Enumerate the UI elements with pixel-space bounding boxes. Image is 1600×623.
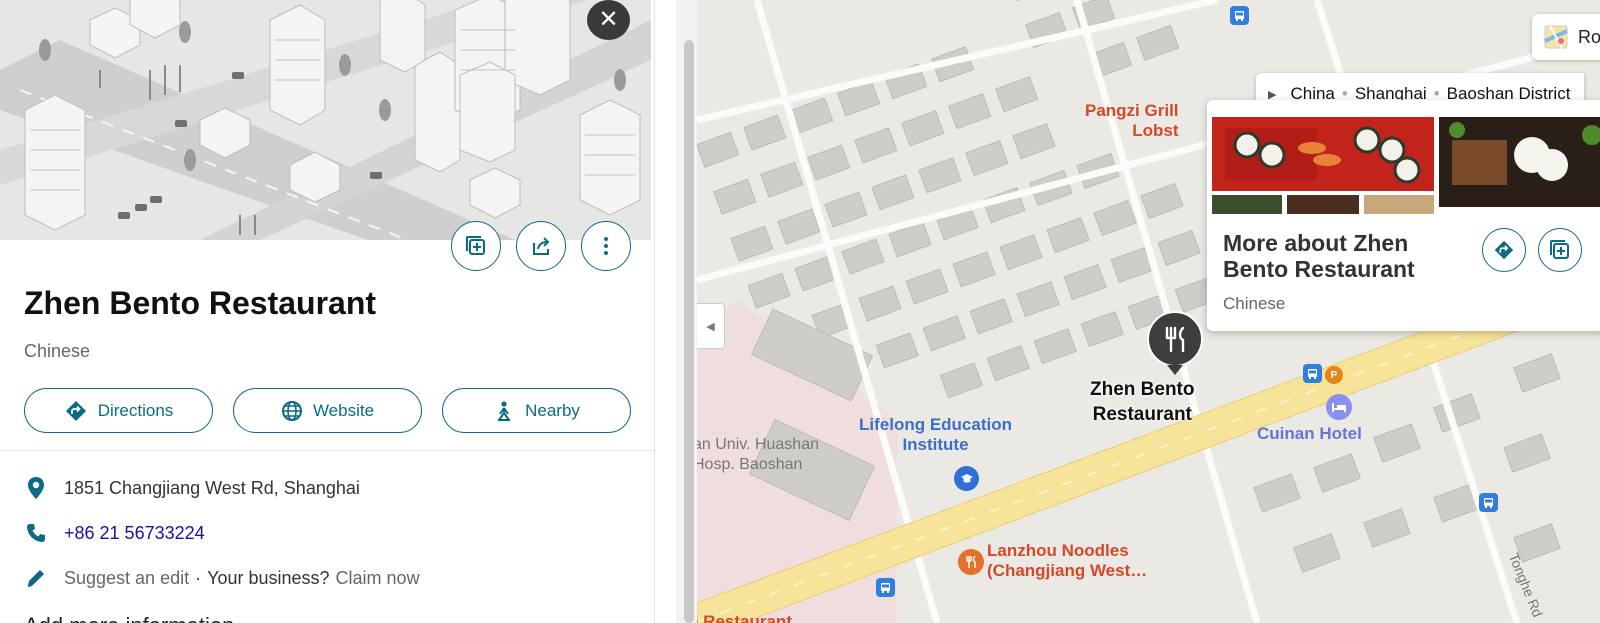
phone-row[interactable]: +86 21 56733224 xyxy=(24,520,205,546)
website-label: Website xyxy=(312,400,375,420)
collapse-arrow-icon: ◀ xyxy=(706,320,715,333)
selected-place-map-label[interactable]: Zhen Bento Restaurant xyxy=(1090,377,1195,427)
close-icon: ✕ xyxy=(598,6,619,33)
map-label-hospital[interactable]: an Univ. Huashan Hosp. Baoshan xyxy=(697,435,819,475)
save-collection-icon xyxy=(1550,240,1569,259)
card-category: Chinese xyxy=(1223,294,1286,313)
card-directions-button[interactable] xyxy=(1482,228,1526,272)
directions-button[interactable]: Directions xyxy=(24,388,213,433)
directions-icon xyxy=(65,400,86,421)
scrollbar-thumb[interactable] xyxy=(684,40,694,623)
collapse-panel-button[interactable]: ◀ xyxy=(697,303,725,349)
map-style-icon xyxy=(1544,25,1568,49)
phone-link[interactable]: +86 21 56733224 xyxy=(64,523,205,544)
expand-triangle-icon[interactable]: ▶ xyxy=(1268,88,1276,101)
bus-stop-icon[interactable] xyxy=(876,578,895,597)
map-style-button[interactable]: Ro xyxy=(1532,14,1600,60)
education-icon[interactable] xyxy=(954,466,979,491)
place-category: Chinese xyxy=(24,341,91,361)
directions-label: Directions xyxy=(97,400,174,420)
website-button[interactable]: Website xyxy=(233,388,422,433)
section-divider xyxy=(0,450,654,451)
pencil-icon xyxy=(24,566,48,590)
directions-icon xyxy=(1494,240,1514,260)
address-text: 1851 Changjiang West Rd, Shanghai xyxy=(64,477,360,498)
card-save-button[interactable] xyxy=(1538,228,1582,272)
address-row[interactable]: 1851 Changjiang West Rd, Shanghai xyxy=(24,475,360,501)
bus-stop-icon[interactable] xyxy=(1230,6,1249,25)
card-title[interactable]: More about Zhen Bento Restaurant xyxy=(1223,230,1473,282)
nearby-person-icon xyxy=(498,400,511,421)
close-button[interactable]: ✕ xyxy=(587,0,630,40)
hero-illustration: ✕ xyxy=(0,0,651,240)
separator-dot: · xyxy=(195,567,202,588)
map-label-restaurant[interactable]: e Restaurant xyxy=(697,612,792,623)
share-button[interactable] xyxy=(516,221,566,271)
suggest-edit-link[interactable]: Suggest an edit xyxy=(64,568,189,589)
bus-stop-icon[interactable] xyxy=(1479,493,1498,512)
place-photos[interactable] xyxy=(1207,100,1600,214)
claim-now-link[interactable]: Claim now xyxy=(336,568,420,589)
map-label-lanzhou-noodles[interactable]: Lanzhou Noodles (Changjiang West… xyxy=(987,541,1147,581)
suggest-edit-row: Suggest an edit · Your business? Claim n… xyxy=(24,565,420,591)
bus-stop-icon[interactable] xyxy=(1303,364,1322,383)
share-icon xyxy=(533,237,550,255)
phone-icon xyxy=(24,521,48,545)
hotel-icon[interactable] xyxy=(1326,394,1352,420)
add-more-information-heading[interactable]: Add more information xyxy=(24,613,234,623)
globe-icon xyxy=(281,400,302,421)
save-collection-icon xyxy=(466,236,485,255)
your-business-text: Your business? xyxy=(207,567,330,588)
save-button[interactable] xyxy=(451,221,501,271)
selected-place-pin-icon[interactable] xyxy=(1145,311,1205,377)
map-label-pangzi-grill[interactable]: Pangzi Grill Lobst xyxy=(1085,101,1179,141)
nearby-button[interactable]: Nearby xyxy=(442,388,631,433)
map-label-lifelong-education[interactable]: Lifelong Education Institute xyxy=(859,415,1012,455)
place-title: Zhen Bento Restaurant xyxy=(24,285,377,321)
map-label-cuinan-hotel[interactable]: Cuinan Hotel xyxy=(1257,424,1362,444)
place-details-panel: ✕ Zhen Bento Restaurant Chinese Directio… xyxy=(0,0,655,623)
city-illustration xyxy=(0,0,651,240)
location-pin-icon xyxy=(24,476,48,500)
more-options-button[interactable] xyxy=(581,221,631,271)
more-vertical-icon xyxy=(604,237,608,255)
restaurant-icon[interactable] xyxy=(958,549,984,575)
place-info-card[interactable]: More about Zhen Bento Restaurant Chinese xyxy=(1207,100,1600,331)
parking-icon[interactable]: P xyxy=(1325,366,1343,384)
nearby-label: Nearby xyxy=(525,400,580,420)
map-style-label: Ro xyxy=(1578,26,1600,47)
